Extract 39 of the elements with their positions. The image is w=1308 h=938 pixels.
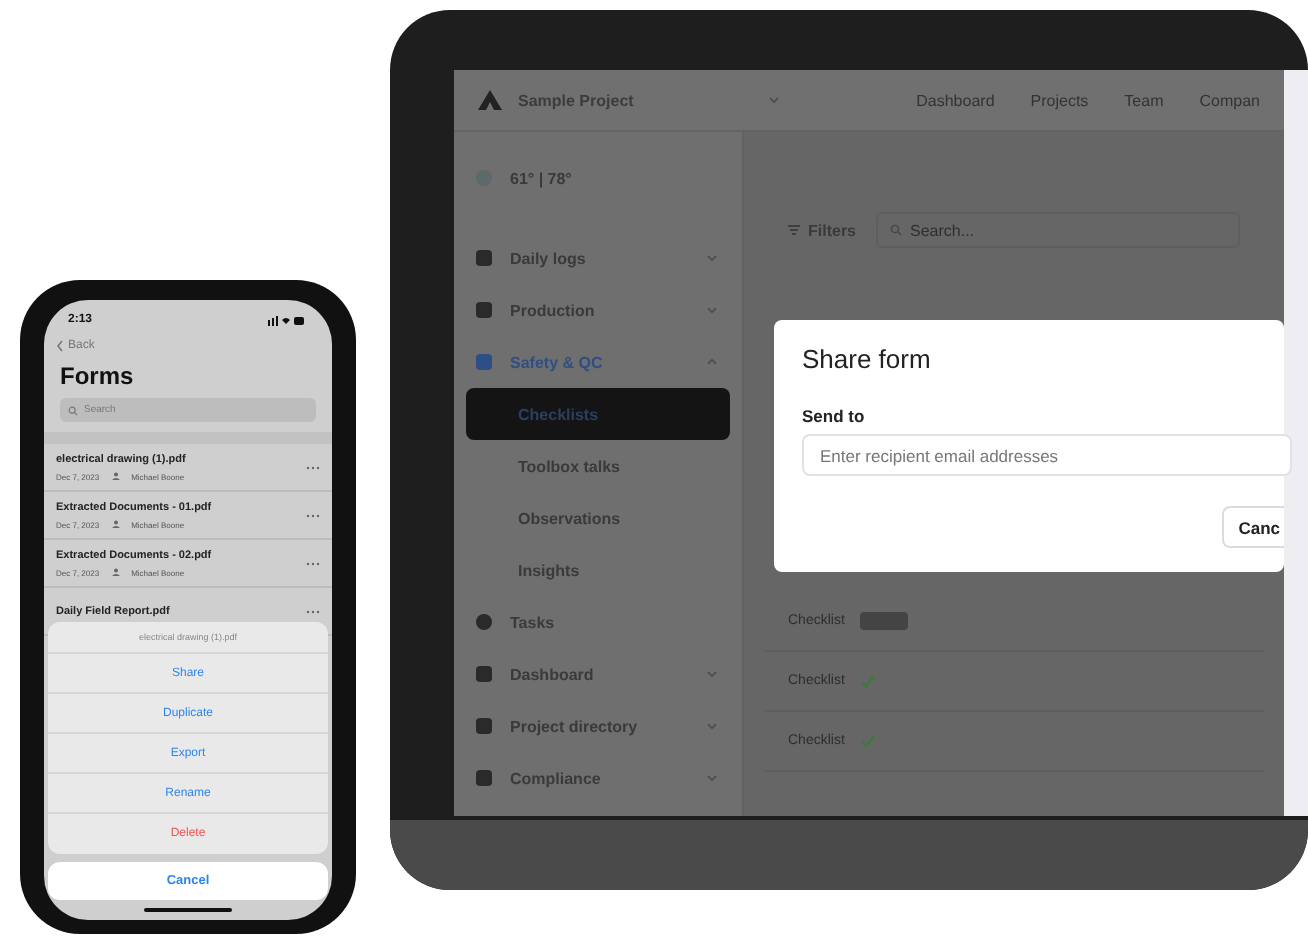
nav-link[interactable]: Projects	[1030, 91, 1089, 109]
nav-link[interactable]: Compan	[1199, 91, 1260, 109]
person-icon	[111, 520, 120, 528]
nav-link[interactable]: Dashboard	[916, 91, 995, 109]
section-icon	[474, 768, 494, 788]
checkmark-icon	[860, 734, 877, 748]
search-icon	[68, 405, 78, 415]
section-icon	[474, 300, 494, 320]
chevron-down-icon	[706, 306, 718, 314]
person-icon	[111, 568, 120, 576]
chevron-down-icon	[706, 774, 718, 782]
search-icon	[890, 224, 903, 236]
checkmark-icon	[860, 674, 877, 688]
chevron-down-icon	[706, 254, 718, 262]
section-icon	[474, 716, 494, 736]
page-title: Forms	[58, 362, 136, 390]
dialog-title: Share form	[802, 344, 933, 374]
email-input-field[interactable]: Enter recipient email addresses	[802, 434, 1292, 477]
chevron-down-icon	[706, 670, 718, 678]
nav-link[interactable]: Team	[1124, 91, 1164, 109]
field-label: Send to	[802, 406, 867, 426]
section-icon	[474, 248, 494, 268]
status-badge	[860, 612, 909, 630]
section-icon	[474, 664, 494, 684]
sidebar-item[interactable]: Safety & QC	[466, 336, 730, 388]
status-icons	[268, 315, 304, 325]
filter-icon	[788, 224, 800, 236]
person-icon	[111, 472, 120, 480]
section-icon	[474, 612, 494, 632]
chevron-left-icon	[56, 340, 64, 352]
chevron-down-icon	[768, 96, 781, 104]
cancel-button[interactable]: Canc	[1222, 506, 1284, 548]
home-indicator	[144, 908, 232, 912]
sidebar-subitem[interactable]: Checklists	[466, 388, 730, 440]
chevron-down-icon	[706, 722, 718, 730]
logo-icon	[478, 90, 502, 110]
chevron-up-icon	[706, 358, 718, 366]
section-icon	[474, 352, 494, 372]
search-field[interactable]: Search...	[876, 212, 1240, 248]
